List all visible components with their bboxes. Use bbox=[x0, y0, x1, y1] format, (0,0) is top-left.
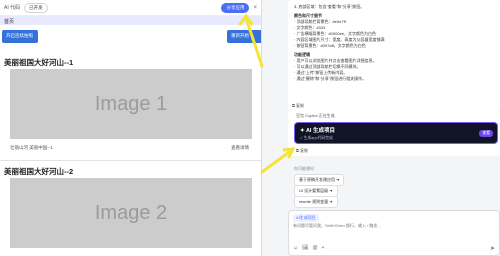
message-line: · 通过"删除"和"分享"按钮进行相关操作。 bbox=[294, 76, 367, 81]
ai-project-card[interactable]: ✦ AI 生成项目 ✓ 生成app代码完成 查看 bbox=[294, 122, 498, 144]
image-caption: 壮丽山河 美丽中国--1 bbox=[10, 145, 53, 150]
input-context-tag[interactable]: AI生成项目 bbox=[293, 214, 319, 222]
close-icon[interactable]: × bbox=[253, 5, 257, 11]
suggestion-chip[interactable]: rewrite 规则变量 ➜ bbox=[294, 196, 338, 208]
app-preview-panel: AI 代码 已开发 分享应用 × 首页 开启连续拍照 重新开始 美丽祖国大好河山… bbox=[0, 0, 262, 256]
suggestions-label: 你可能想问 bbox=[294, 166, 314, 171]
app-title: AI 代码 bbox=[4, 5, 21, 11]
home-nav-bar[interactable]: 首页 bbox=[0, 16, 261, 25]
copy-label: 复制 bbox=[295, 103, 304, 108]
share-app-button[interactable]: 分享应用 bbox=[221, 2, 250, 13]
status-pill[interactable]: 已开发 bbox=[24, 2, 48, 13]
mention-icon[interactable]: @ bbox=[312, 245, 317, 251]
send-icon[interactable]: ➤ bbox=[490, 245, 495, 252]
copy-label: 复制 bbox=[299, 148, 308, 153]
copy-button[interactable]: ⧉ 复制 bbox=[296, 148, 308, 154]
divider bbox=[0, 160, 261, 161]
chat-panel: 3. 底部区域：包含"查看"和"分享"按钮。 颜色和尺寸细节 · 顶部导航栏背景… bbox=[262, 0, 500, 256]
image-placeholder: Image 1 bbox=[10, 69, 252, 139]
image-placeholder: Image 2 bbox=[10, 178, 252, 248]
add-icon[interactable]: + bbox=[322, 245, 325, 251]
assistant-message: 3. 底部区域：包含"查看"和"分享"按钮。 颜色和尺寸细节 · 顶部导航栏背景… bbox=[288, 0, 500, 110]
chat-input-box[interactable]: AI生成项目 ☺ 🖼 @ + ➤ bbox=[288, 210, 500, 256]
ai-card-subtitle: ✓ 生成app代码完成 bbox=[300, 136, 333, 140]
restart-button[interactable]: 重新开始 bbox=[227, 30, 261, 43]
ai-card-view-button[interactable]: 查看 bbox=[479, 130, 493, 137]
copy-button[interactable]: ⧉ 复制 bbox=[292, 103, 304, 109]
input-toolbar: ☺ 🖼 @ + bbox=[293, 245, 324, 251]
screen: AI 代码 已开发 分享应用 × 首页 开启连续拍照 重新开始 美丽祖国大好河山… bbox=[0, 0, 500, 256]
emoji-icon[interactable]: ☺ bbox=[293, 245, 298, 251]
preview-topbar: AI 代码 已开发 分享应用 × bbox=[0, 0, 261, 16]
view-details-link[interactable]: 查看详情 bbox=[231, 145, 249, 151]
image-icon[interactable]: 🖼 bbox=[302, 245, 308, 251]
chat-input[interactable] bbox=[293, 223, 483, 228]
assistant-status: 豆包 Copilot 正在生成 bbox=[296, 113, 335, 118]
section-title: 美丽祖国大好河山--2 bbox=[4, 167, 74, 176]
section-title: 美丽祖国大好河山--1 bbox=[4, 58, 74, 67]
continuous-photo-button[interactable]: 开启连续拍照 bbox=[2, 30, 38, 43]
ai-card-title: ✦ AI 生成项目 bbox=[300, 128, 335, 134]
